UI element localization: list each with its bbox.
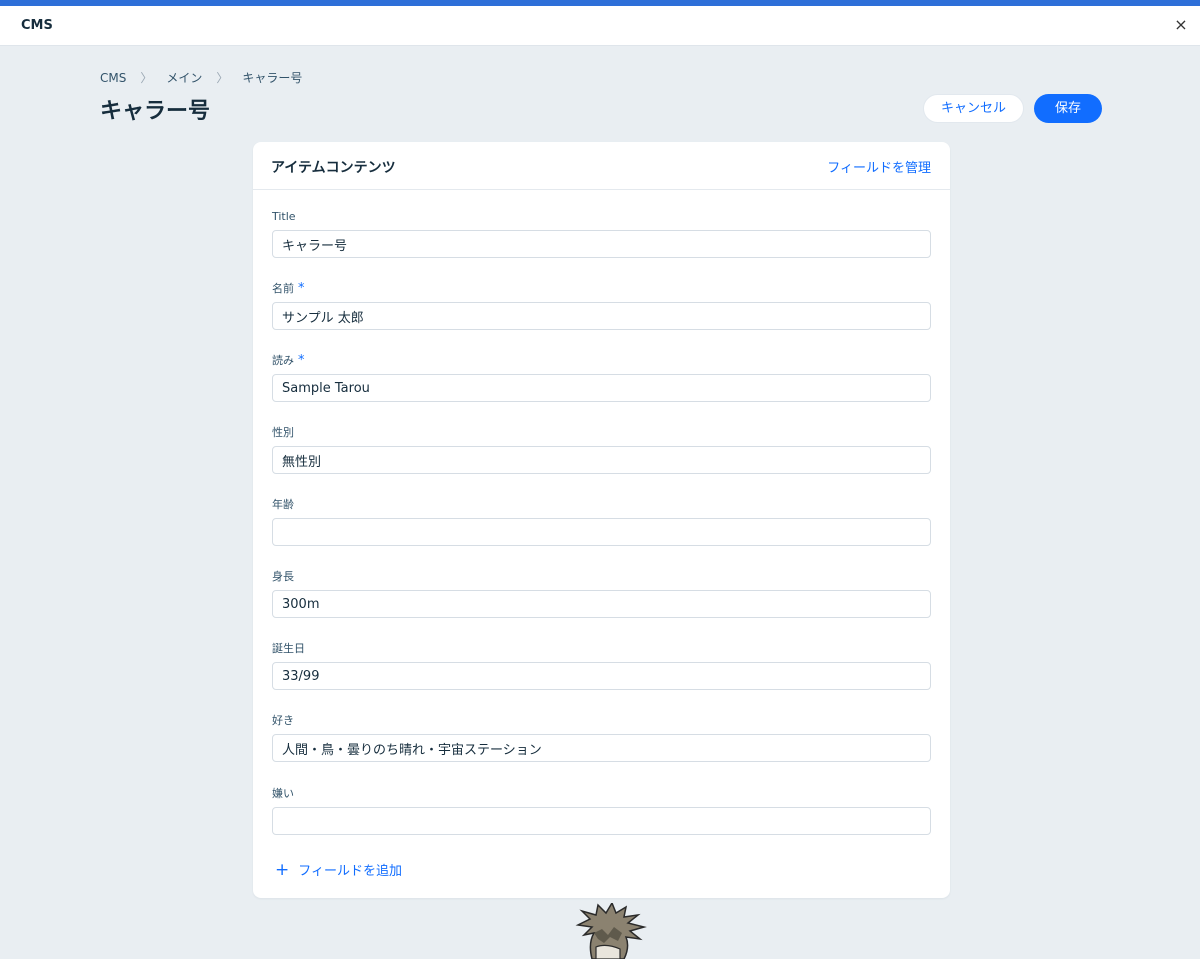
gender-input[interactable] xyxy=(272,446,931,474)
card-title: アイテムコンテンツ xyxy=(271,160,396,176)
field-label: 読み * xyxy=(272,354,931,368)
required-marker: * xyxy=(298,353,305,368)
close-icon[interactable]: × xyxy=(1171,15,1191,35)
chevron-right-icon: 〉 xyxy=(140,71,153,85)
field-label-text: 年齢 xyxy=(272,498,294,511)
title-bar: CMS × xyxy=(0,6,1200,46)
field-dislikes: 嫌い xyxy=(272,787,931,835)
plus-icon: + xyxy=(275,859,290,880)
page-title: キャラー号 xyxy=(100,99,211,124)
dislikes-input[interactable] xyxy=(272,807,931,835)
card-header: アイテムコンテンツ フィールドを管理 xyxy=(253,142,950,190)
field-label: 名前 * xyxy=(272,282,931,296)
field-label: 好き xyxy=(272,714,931,728)
breadcrumb: CMS 〉 メイン 〉 キャラー号 xyxy=(100,69,302,86)
add-field-button[interactable]: + フィールドを追加 xyxy=(275,860,402,879)
field-label-text: 嫌い xyxy=(272,787,294,800)
breadcrumb-item-current: キャラー号 xyxy=(242,71,303,85)
field-label: 身長 xyxy=(272,570,931,584)
field-likes: 好き xyxy=(272,714,931,762)
field-label-text: 好き xyxy=(272,714,294,727)
field-label: 年齢 xyxy=(272,498,931,512)
name-input[interactable] xyxy=(272,302,931,330)
field-gender: 性別 xyxy=(272,426,931,474)
breadcrumb-item-cms[interactable]: CMS xyxy=(100,71,126,85)
field-reading: 読み * xyxy=(272,354,931,402)
field-birthday: 誕生日 xyxy=(272,642,931,690)
height-input[interactable] xyxy=(272,590,931,618)
field-label-text: 読み xyxy=(272,354,294,367)
item-content-card: アイテムコンテンツ フィールドを管理 Title 名前 * 読み * 性別 年齢 身… xyxy=(253,142,950,898)
field-label-text: Title xyxy=(272,210,296,223)
required-marker: * xyxy=(298,281,305,296)
field-label-text: 名前 xyxy=(272,282,294,295)
field-label: 嫌い xyxy=(272,787,931,801)
birthday-input[interactable] xyxy=(272,662,931,690)
field-label-text: 性別 xyxy=(272,426,294,439)
field-label: Title xyxy=(272,210,931,224)
chevron-right-icon: 〉 xyxy=(216,71,229,85)
add-field-label: フィールドを追加 xyxy=(298,864,402,879)
title-input[interactable] xyxy=(272,230,931,258)
field-label-text: 身長 xyxy=(272,570,294,583)
field-label: 誕生日 xyxy=(272,642,931,656)
field-title: Title xyxy=(272,210,931,258)
cancel-button[interactable]: キャンセル xyxy=(923,94,1024,123)
field-age: 年齢 xyxy=(272,498,931,546)
save-button[interactable]: 保存 xyxy=(1034,94,1102,123)
field-name: 名前 * xyxy=(272,282,931,330)
field-label-text: 誕生日 xyxy=(272,642,305,655)
field-height: 身長 xyxy=(272,570,931,618)
reading-input[interactable] xyxy=(272,374,931,402)
manage-fields-link[interactable]: フィールドを管理 xyxy=(827,157,931,176)
app-title: CMS xyxy=(21,18,53,33)
age-input[interactable] xyxy=(272,518,931,546)
character-mascot-image xyxy=(575,903,647,959)
breadcrumb-item-main[interactable]: メイン xyxy=(166,69,202,86)
field-label: 性別 xyxy=(272,426,931,440)
likes-input[interactable] xyxy=(272,734,931,762)
